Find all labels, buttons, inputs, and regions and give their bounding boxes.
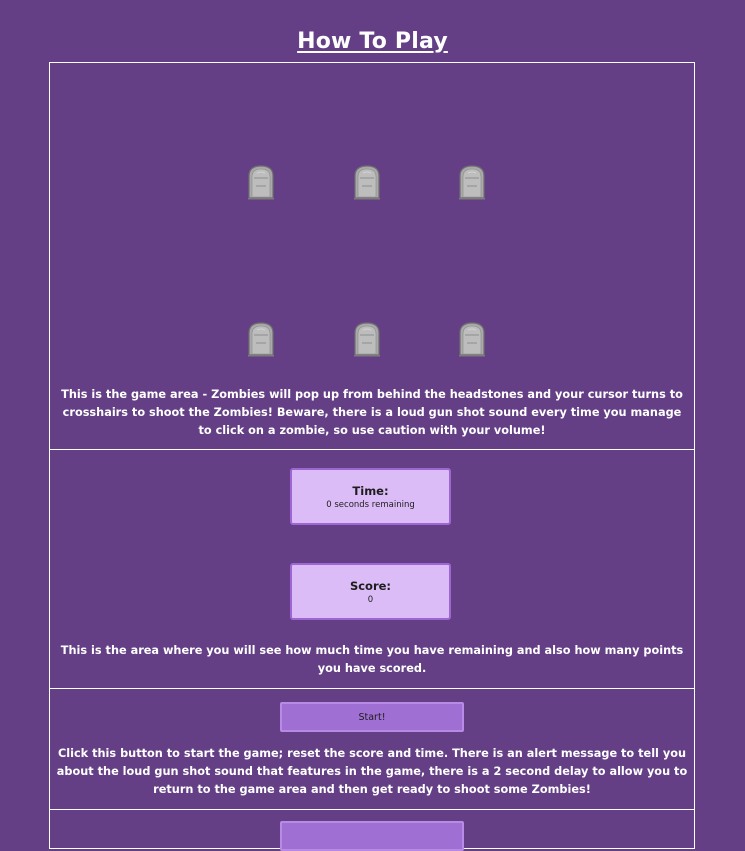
headstone-icon [351, 321, 383, 357]
game-area-section: This is the game area - Zombies will pop… [49, 62, 695, 450]
headstone-icon [456, 321, 488, 357]
headstone-icon [456, 164, 488, 200]
game-area-description: This is the game area - Zombies will pop… [61, 388, 683, 437]
page-title: How To Play [297, 28, 448, 54]
next-button[interactable] [280, 821, 464, 851]
score-value: 0 [367, 595, 374, 605]
time-value: 0 seconds remaining [326, 500, 415, 510]
stats-description: This is the area where you will see how … [60, 644, 684, 675]
stats-section: Time: 0 seconds remaining Score: 0 This … [49, 449, 695, 689]
start-description: Click this button to start the game; res… [56, 747, 688, 796]
start-section: Start! Click this button to start the ga… [49, 688, 695, 810]
score-box: Score: 0 [290, 563, 451, 620]
time-label: Time: [352, 484, 389, 498]
headstone-icon [245, 164, 277, 200]
time-box: Time: 0 seconds remaining [290, 468, 451, 525]
next-section [49, 809, 695, 851]
start-button[interactable]: Start! [280, 702, 464, 732]
score-label: Score: [349, 579, 392, 593]
headstone-icon [245, 321, 277, 357]
headstone-icon [351, 164, 383, 200]
